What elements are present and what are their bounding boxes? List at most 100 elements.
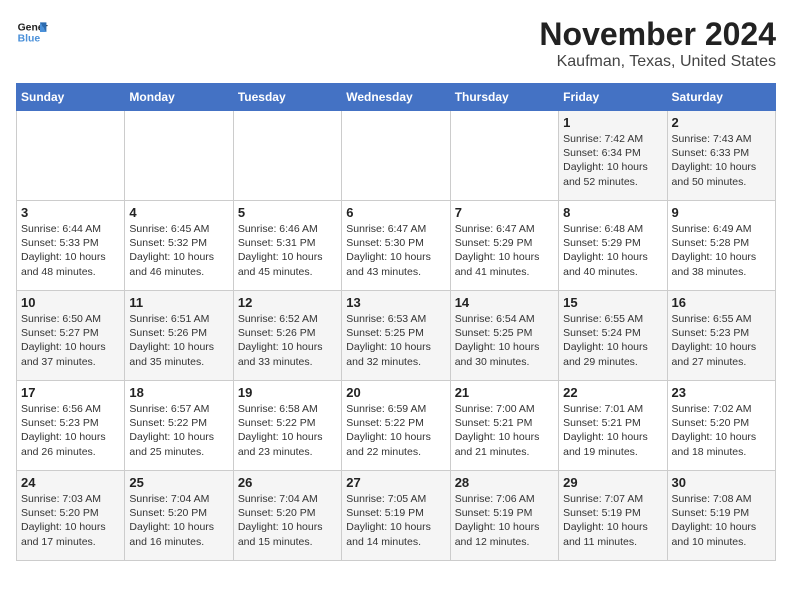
- calendar-cell: 1 Sunrise: 7:42 AM Sunset: 6:34 PM Daylig…: [559, 111, 667, 201]
- calendar-header: SundayMondayTuesdayWednesdayThursdayFrid…: [17, 84, 776, 111]
- day-number: 23: [672, 385, 771, 400]
- day-number: 4: [129, 205, 228, 220]
- day-number: 8: [563, 205, 662, 220]
- day-number: 20: [346, 385, 445, 400]
- day-number: 28: [455, 475, 554, 490]
- day-info: Sunrise: 6:52 AM Sunset: 5:26 PM Dayligh…: [238, 312, 337, 369]
- day-info: Sunrise: 6:44 AM Sunset: 5:33 PM Dayligh…: [21, 222, 120, 279]
- week-row-0: 1 Sunrise: 7:42 AM Sunset: 6:34 PM Daylig…: [17, 111, 776, 201]
- day-number: 2: [672, 115, 771, 130]
- week-row-1: 3 Sunrise: 6:44 AM Sunset: 5:33 PM Daylig…: [17, 201, 776, 291]
- day-number: 24: [21, 475, 120, 490]
- header-tuesday: Tuesday: [233, 84, 341, 111]
- day-number: 5: [238, 205, 337, 220]
- calendar-cell: [233, 111, 341, 201]
- week-row-3: 17 Sunrise: 6:56 AM Sunset: 5:23 PM Dayli…: [17, 381, 776, 471]
- header-saturday: Saturday: [667, 84, 775, 111]
- day-number: 21: [455, 385, 554, 400]
- logo-icon: General Blue: [16, 16, 48, 48]
- day-info: Sunrise: 6:58 AM Sunset: 5:22 PM Dayligh…: [238, 402, 337, 459]
- calendar-cell: 2 Sunrise: 7:43 AM Sunset: 6:33 PM Daylig…: [667, 111, 775, 201]
- day-info: Sunrise: 7:43 AM Sunset: 6:33 PM Dayligh…: [672, 132, 771, 189]
- day-info: Sunrise: 6:57 AM Sunset: 5:22 PM Dayligh…: [129, 402, 228, 459]
- day-info: Sunrise: 6:55 AM Sunset: 5:23 PM Dayligh…: [672, 312, 771, 369]
- day-info: Sunrise: 6:56 AM Sunset: 5:23 PM Dayligh…: [21, 402, 120, 459]
- calendar-cell: 14Sunrise: 6:54 AM Sunset: 5:25 PM Dayli…: [450, 291, 558, 381]
- day-number: 11: [129, 295, 228, 310]
- calendar-cell: 13 Sunrise: 6:53 AM Sunset: 5:25 PM Dayli…: [342, 291, 450, 381]
- day-info: Sunrise: 7:02 AM Sunset: 5:20 PM Dayligh…: [672, 402, 771, 459]
- calendar-cell: [342, 111, 450, 201]
- logo: General Blue: [16, 16, 48, 48]
- header-monday: Monday: [125, 84, 233, 111]
- day-number: 3: [21, 205, 120, 220]
- calendar-cell: 20 Sunrise: 6:59 AM Sunset: 5:22 PM Dayli…: [342, 381, 450, 471]
- calendar-cell: 9 Sunrise: 6:49 AM Sunset: 5:28 PM Daylig…: [667, 201, 775, 291]
- calendar-cell: 29 Sunrise: 7:07 AM Sunset: 5:19 PM Dayli…: [559, 471, 667, 561]
- day-number: 1: [563, 115, 662, 130]
- calendar-cell: 19 Sunrise: 6:58 AM Sunset: 5:22 PM Dayli…: [233, 381, 341, 471]
- title-block: November 2024 Kaufman, Texas, United Sta…: [539, 16, 776, 71]
- day-info: Sunrise: 7:06 AM Sunset: 5:19 PM Dayligh…: [455, 492, 554, 549]
- header-thursday: Thursday: [450, 84, 558, 111]
- day-info: Sunrise: 7:07 AM Sunset: 5:19 PM Dayligh…: [563, 492, 662, 549]
- day-number: 22: [563, 385, 662, 400]
- calendar-cell: 28 Sunrise: 7:06 AM Sunset: 5:19 PM Dayli…: [450, 471, 558, 561]
- header-sunday: Sunday: [17, 84, 125, 111]
- calendar-cell: 23 Sunrise: 7:02 AM Sunset: 5:20 PM Dayli…: [667, 381, 775, 471]
- day-number: 19: [238, 385, 337, 400]
- svg-text:Blue: Blue: [18, 34, 41, 45]
- calendar-cell: 3 Sunrise: 6:44 AM Sunset: 5:33 PM Daylig…: [17, 201, 125, 291]
- day-number: 27: [346, 475, 445, 490]
- day-number: 26: [238, 475, 337, 490]
- calendar-cell: 24Sunrise: 7:03 AM Sunset: 5:20 PM Dayli…: [17, 471, 125, 561]
- calendar-cell: 25Sunrise: 7:04 AM Sunset: 5:20 PM Dayli…: [125, 471, 233, 561]
- day-info: Sunrise: 6:45 AM Sunset: 5:32 PM Dayligh…: [129, 222, 228, 279]
- day-number: 15: [563, 295, 662, 310]
- calendar-cell: 26 Sunrise: 7:04 AM Sunset: 5:20 PM Dayli…: [233, 471, 341, 561]
- calendar-cell: 12Sunrise: 6:52 AM Sunset: 5:26 PM Dayli…: [233, 291, 341, 381]
- day-number: 6: [346, 205, 445, 220]
- calendar-cell: 22 Sunrise: 7:01 AM Sunset: 5:21 PM Dayli…: [559, 381, 667, 471]
- day-number: 16: [672, 295, 771, 310]
- day-info: Sunrise: 6:53 AM Sunset: 5:25 PM Dayligh…: [346, 312, 445, 369]
- day-info: Sunrise: 6:51 AM Sunset: 5:26 PM Dayligh…: [129, 312, 228, 369]
- calendar-cell: [450, 111, 558, 201]
- day-info: Sunrise: 7:05 AM Sunset: 5:19 PM Dayligh…: [346, 492, 445, 549]
- day-info: Sunrise: 7:04 AM Sunset: 5:20 PM Dayligh…: [129, 492, 228, 549]
- calendar-cell: 8 Sunrise: 6:48 AM Sunset: 5:29 PM Daylig…: [559, 201, 667, 291]
- header-friday: Friday: [559, 84, 667, 111]
- day-number: 17: [21, 385, 120, 400]
- day-number: 29: [563, 475, 662, 490]
- calendar-cell: 4 Sunrise: 6:45 AM Sunset: 5:32 PM Daylig…: [125, 201, 233, 291]
- page-subtitle: Kaufman, Texas, United States: [539, 53, 776, 71]
- calendar-cell: 27 Sunrise: 7:05 AM Sunset: 5:19 PM Dayli…: [342, 471, 450, 561]
- day-info: Sunrise: 6:47 AM Sunset: 5:29 PM Dayligh…: [455, 222, 554, 279]
- day-number: 30: [672, 475, 771, 490]
- calendar-table: SundayMondayTuesdayWednesdayThursdayFrid…: [16, 83, 776, 561]
- day-info: Sunrise: 6:49 AM Sunset: 5:28 PM Dayligh…: [672, 222, 771, 279]
- calendar-cell: 18 Sunrise: 6:57 AM Sunset: 5:22 PM Dayli…: [125, 381, 233, 471]
- page-header: General Blue November 2024 Kaufman, Texa…: [16, 16, 776, 71]
- day-info: Sunrise: 6:46 AM Sunset: 5:31 PM Dayligh…: [238, 222, 337, 279]
- calendar-cell: 17 Sunrise: 6:56 AM Sunset: 5:23 PM Dayli…: [17, 381, 125, 471]
- day-number: 18: [129, 385, 228, 400]
- day-info: Sunrise: 7:42 AM Sunset: 6:34 PM Dayligh…: [563, 132, 662, 189]
- day-info: Sunrise: 7:01 AM Sunset: 5:21 PM Dayligh…: [563, 402, 662, 459]
- day-info: Sunrise: 6:48 AM Sunset: 5:29 PM Dayligh…: [563, 222, 662, 279]
- day-number: 13: [346, 295, 445, 310]
- week-row-2: 10Sunrise: 6:50 AM Sunset: 5:27 PM Dayli…: [17, 291, 776, 381]
- calendar-body: 1 Sunrise: 7:42 AM Sunset: 6:34 PM Daylig…: [17, 111, 776, 561]
- day-number: 9: [672, 205, 771, 220]
- page-title: November 2024: [539, 16, 776, 53]
- calendar-cell: 30Sunrise: 7:08 AM Sunset: 5:19 PM Dayli…: [667, 471, 775, 561]
- day-info: Sunrise: 6:55 AM Sunset: 5:24 PM Dayligh…: [563, 312, 662, 369]
- calendar-cell: 11 Sunrise: 6:51 AM Sunset: 5:26 PM Dayli…: [125, 291, 233, 381]
- day-info: Sunrise: 7:04 AM Sunset: 5:20 PM Dayligh…: [238, 492, 337, 549]
- day-info: Sunrise: 6:54 AM Sunset: 5:25 PM Dayligh…: [455, 312, 554, 369]
- week-row-4: 24Sunrise: 7:03 AM Sunset: 5:20 PM Dayli…: [17, 471, 776, 561]
- header-wednesday: Wednesday: [342, 84, 450, 111]
- header-row: SundayMondayTuesdayWednesdayThursdayFrid…: [17, 84, 776, 111]
- day-info: Sunrise: 6:59 AM Sunset: 5:22 PM Dayligh…: [346, 402, 445, 459]
- calendar-cell: 16 Sunrise: 6:55 AM Sunset: 5:23 PM Dayli…: [667, 291, 775, 381]
